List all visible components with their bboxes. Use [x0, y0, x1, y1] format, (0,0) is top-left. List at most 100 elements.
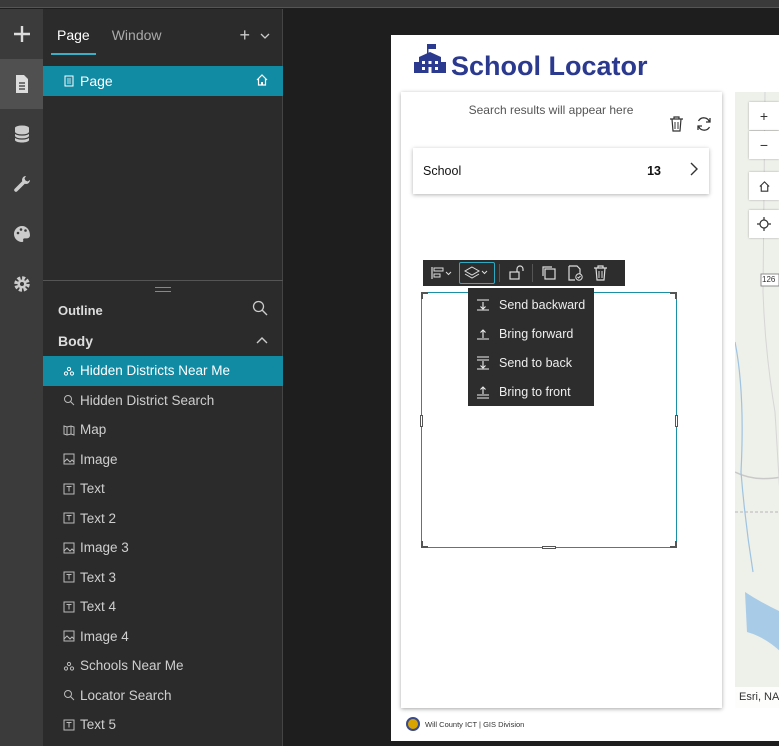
outline-item[interactable]: Map — [43, 415, 283, 445]
text-icon — [63, 571, 75, 583]
plus-icon — [13, 26, 30, 42]
outline-item-label: Image — [80, 451, 118, 467]
locate-button[interactable] — [749, 210, 779, 238]
outline-item-label: Locator Search — [80, 687, 172, 703]
resize-corner-bl[interactable] — [421, 541, 428, 548]
add-page-button[interactable]: + — [239, 25, 250, 46]
school-result-card[interactable]: School 13 — [413, 148, 709, 194]
outline-tree: Hidden Districts Near Me Hidden District … — [43, 356, 283, 740]
outline-item[interactable]: Text 2 — [43, 504, 283, 534]
align-left-icon — [431, 267, 452, 279]
search-icon[interactable] — [252, 300, 268, 316]
bring-to-front-icon — [477, 385, 489, 399]
chevron-down-icon[interactable] — [260, 31, 270, 41]
outline-item-label: Text 2 — [80, 510, 117, 526]
zoom-in-button[interactable]: + — [749, 102, 779, 130]
resize-corner-br[interactable] — [670, 541, 677, 548]
document-check-icon — [568, 265, 583, 281]
tools-button[interactable] — [0, 159, 43, 209]
resize-edge-right[interactable] — [675, 415, 678, 427]
crosshair-icon — [757, 217, 771, 231]
home-button[interactable] — [749, 172, 779, 200]
zoom-out-button[interactable]: − — [749, 131, 779, 159]
outline-item[interactable]: Image — [43, 445, 283, 475]
outline-item-label: Image 4 — [80, 628, 129, 644]
text-icon — [63, 483, 75, 495]
menu-item-send-to-back[interactable]: Send to back — [468, 348, 594, 377]
delete-widget-button[interactable] — [589, 262, 612, 284]
outline-item-label: Text — [80, 481, 105, 497]
arrange-button[interactable] — [459, 262, 495, 284]
page-panel: Page Window + Page Outline Body Hidden D… — [43, 9, 283, 746]
outline-item-label: Hidden District Search — [80, 392, 215, 408]
outline-item[interactable]: Text — [43, 474, 283, 504]
arrange-menu: Send backward Bring forward Send to back… — [468, 288, 594, 406]
toolbar-separator — [532, 264, 533, 282]
route-shield-label: 126 — [762, 275, 776, 284]
gear-icon — [13, 276, 30, 292]
outline-item-label: Text 3 — [80, 569, 117, 585]
body-heading[interactable]: Body — [58, 333, 270, 349]
menu-item-label: Bring to front — [499, 384, 571, 399]
results-panel: Search results will appear here School 1… — [401, 92, 722, 708]
settings-button[interactable] — [0, 259, 43, 309]
outline-item[interactable]: Image 3 — [43, 533, 283, 563]
outline-item[interactable]: Hidden District Search — [43, 386, 283, 416]
chevron-up-icon[interactable] — [256, 335, 268, 347]
outline-item-label: Hidden Districts Near Me — [80, 363, 231, 379]
resize-edge-left[interactable] — [420, 415, 423, 427]
menu-item-label: Send to back — [499, 355, 572, 370]
wrench-icon — [13, 176, 30, 192]
menu-item-bring-to-front[interactable]: Bring to front — [468, 377, 594, 406]
menu-item-send-backward[interactable]: Send backward — [468, 290, 594, 319]
resize-handle[interactable] — [155, 287, 171, 292]
resize-corner-tr[interactable] — [670, 292, 677, 299]
outline-item[interactable]: Text 4 — [43, 592, 283, 622]
resize-corner-tl[interactable] — [421, 292, 428, 299]
image-icon — [63, 453, 75, 465]
home-icon — [758, 180, 770, 192]
outline-item[interactable]: Text 5 — [43, 710, 283, 740]
outline-heading: Outline — [58, 303, 103, 318]
page-list-item[interactable]: Page — [43, 66, 283, 96]
county-seal-icon — [406, 717, 420, 731]
school-count: 13 — [647, 164, 661, 178]
refresh-icon[interactable] — [696, 116, 712, 132]
unlock-button[interactable] — [504, 262, 528, 284]
results-hint: Search results will appear here — [468, 103, 634, 117]
resize-edge-bottom[interactable] — [542, 546, 556, 549]
align-button[interactable] — [427, 262, 457, 284]
outline-item[interactable]: Text 3 — [43, 563, 283, 593]
near-me-icon — [63, 660, 75, 672]
duplicate-button[interactable] — [537, 262, 561, 284]
outline-item-label: Image 3 — [80, 540, 129, 556]
results-actions — [669, 116, 712, 132]
outline-item-label: Text 4 — [80, 599, 117, 615]
outline-item-label: Map — [80, 422, 107, 438]
menu-item-label: Bring forward — [499, 326, 574, 341]
left-rail — [0, 9, 43, 746]
panel-divider — [43, 280, 283, 281]
data-button[interactable] — [0, 109, 43, 159]
outline-item[interactable]: Schools Near Me — [43, 651, 283, 681]
outline-item[interactable]: Image 4 — [43, 622, 283, 652]
trash-icon[interactable] — [669, 116, 684, 132]
menu-item-bring-forward[interactable]: Bring forward — [468, 319, 594, 348]
tab-page[interactable]: Page — [51, 9, 96, 59]
canvas: School Locator Search results will appea… — [284, 9, 779, 746]
outline-item[interactable]: Hidden Districts Near Me — [43, 356, 283, 386]
database-icon — [13, 125, 30, 143]
copy-icon — [542, 266, 556, 280]
page-panel-button[interactable] — [0, 59, 43, 109]
text-icon — [63, 719, 75, 731]
search-icon — [63, 689, 75, 701]
tab-window[interactable]: Window — [112, 9, 162, 59]
save-template-button[interactable] — [563, 262, 587, 284]
insert-button[interactable] — [0, 9, 43, 59]
home-icon[interactable] — [255, 73, 269, 87]
map-widget[interactable]: + − 126 — [735, 92, 779, 708]
outline-item[interactable]: Locator Search — [43, 681, 283, 711]
theme-button[interactable] — [0, 209, 43, 259]
unlock-icon — [509, 265, 524, 280]
send-to-back-icon — [477, 355, 489, 370]
